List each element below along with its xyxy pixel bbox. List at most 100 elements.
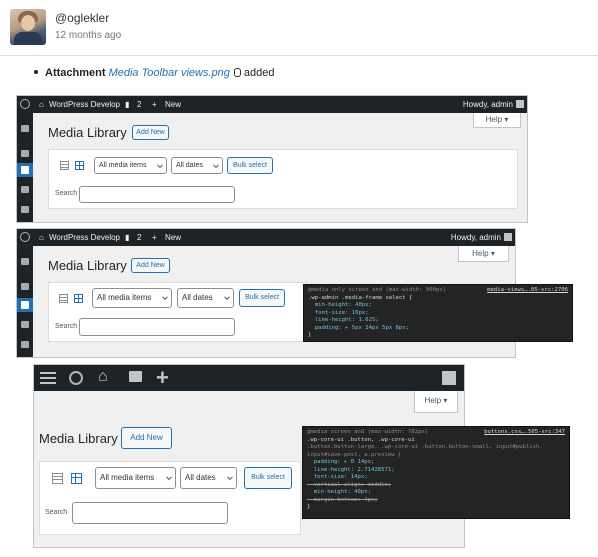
site-name-link[interactable]: WordPress Develop [49,233,120,242]
admin-sidebar [17,113,33,222]
media-toolbar: All media items All dates Bulk select Se… [39,461,301,535]
new-link[interactable]: New [165,100,181,109]
plus-icon[interactable]: + [152,233,157,242]
howdy-account[interactable]: Howdy, admin [463,100,524,109]
media-menu-current[interactable] [17,163,33,177]
pages-icon[interactable] [21,321,29,328]
comment-timestamp[interactable]: 12 months ago [55,30,121,41]
wordpress-logo-icon[interactable] [69,371,83,385]
user-avatar[interactable] [10,9,46,45]
add-new-button[interactable]: Add New [131,258,170,273]
howdy-account[interactable]: Howdy, admin [451,233,512,242]
date-select[interactable]: All dates [180,467,237,489]
media-type-select[interactable]: All media items [94,157,167,174]
page-title: Media Library [48,258,127,273]
chevron-down-icon [227,474,233,481]
code-line: padding: ▸ 5px 24px 5px 8px; [308,324,410,331]
select-value: All dates [185,473,216,482]
code-line: font-size: 16px; [308,309,369,316]
grid-view-icon[interactable] [71,473,82,484]
help-button[interactable]: Help ▾ [458,246,509,262]
comments-icon[interactable]: ▮ [125,100,129,109]
list-view-icon[interactable] [59,294,68,303]
chevron-down-icon [157,161,163,168]
admin-bar: ⌂ WordPress Develop ▮ 2 + New Howdy, adm… [17,229,515,246]
bulk-select-button[interactable]: Bulk select [244,467,292,489]
grid-view-icon[interactable] [74,294,83,303]
comments-count[interactable]: 2 [137,100,141,109]
admin-sidebar [17,246,33,357]
comments-icon[interactable]: ▮ [125,233,129,242]
search-label: Search [55,323,78,330]
search-input[interactable] [79,186,235,203]
list-view-icon[interactable] [60,161,69,170]
mobile-admin-bar: ⌂ + [34,365,464,391]
code-line: line-height: 1.625; [308,317,379,323]
code-line: line-height: 2.71428571; [307,466,395,473]
add-new-button[interactable]: Add New [121,427,172,449]
chevron-down-icon [162,294,168,301]
select-value: All dates [176,162,203,169]
plus-icon[interactable]: + [152,100,157,109]
home-icon[interactable]: ⌂ [39,233,44,242]
code-line: min-height: 40px; [308,302,372,308]
select-value: All dates [182,293,213,302]
date-select[interactable]: All dates [171,157,223,174]
list-view-icon[interactable] [52,473,63,484]
new-link[interactable]: New [165,233,181,242]
attachment-label: Attachment [45,67,106,79]
bulk-select-button[interactable]: Bulk select [227,157,273,174]
media-type-select[interactable]: All media items [92,288,172,308]
code-line: } [307,504,311,510]
howdy-text: Howdy, admin [462,100,513,109]
add-new-button[interactable]: Add New [132,125,169,140]
media-type-select[interactable]: All media items [95,467,176,489]
site-name-link[interactable]: WordPress Develop [49,100,120,109]
code-line: min-height: 40px; [307,489,371,495]
comment-username[interactable]: @oglekler [55,11,109,25]
help-button[interactable]: Help ▾ [473,113,521,128]
source-link[interactable]: media-views….05-src:2706 [487,287,568,295]
media-menu-current[interactable] [17,298,33,312]
pages-icon[interactable] [21,186,29,193]
code-line: input#save-post, a.preview { [307,451,402,458]
wordpress-logo-icon[interactable] [20,232,30,242]
comments-count[interactable]: 2 [137,233,141,242]
account-avatar[interactable] [442,371,456,385]
select-value: All media items [100,473,155,482]
code-line: margin-bottom: 4px; [307,496,378,503]
help-button[interactable]: Help ▾ [414,391,458,413]
source-link[interactable]: buttons.css….505-src:347 [484,429,565,437]
bulk-select-button[interactable]: Bulk select [239,289,285,307]
page-title: Media Library [48,125,127,140]
howdy-text: Howdy, admin [450,233,501,242]
code-line: .wp-admin .media-frame select { [308,294,413,301]
date-select[interactable]: All dates [177,288,234,308]
admin-bar: ⌂ WordPress Develop ▮ 2 + New Howdy, adm… [17,96,527,113]
wordpress-logo-icon[interactable] [20,99,30,109]
attachment-change-item: Attachment Media Toolbar views.png added [34,67,274,79]
home-icon[interactable]: ⌂ [39,100,44,109]
search-input[interactable] [79,318,235,336]
dashboard-icon[interactable] [21,258,29,265]
home-icon[interactable]: ⌂ [98,368,108,386]
plus-icon[interactable]: + [156,365,169,391]
search-label: Search [45,509,68,516]
media-toolbar: All media items All dates Bulk select Se… [48,282,308,342]
paperclip-icon[interactable] [233,68,241,77]
dashboard-icon[interactable] [21,125,29,132]
search-input[interactable] [72,502,228,524]
divider [0,55,598,56]
comments-menu-icon[interactable] [21,206,29,213]
page-title: Media Library [39,431,118,446]
attachment-link[interactable]: Media Toolbar views.png [109,67,230,79]
attachment-action: added [243,67,275,79]
chevron-down-icon [213,161,219,168]
pin-icon[interactable] [21,150,29,157]
grid-view-icon[interactable] [75,161,84,170]
code-line: } [308,332,312,338]
pin-icon[interactable] [21,283,29,290]
menu-icon[interactable] [40,372,56,374]
comments-menu-icon[interactable] [21,341,29,348]
comments-icon[interactable] [129,371,142,382]
